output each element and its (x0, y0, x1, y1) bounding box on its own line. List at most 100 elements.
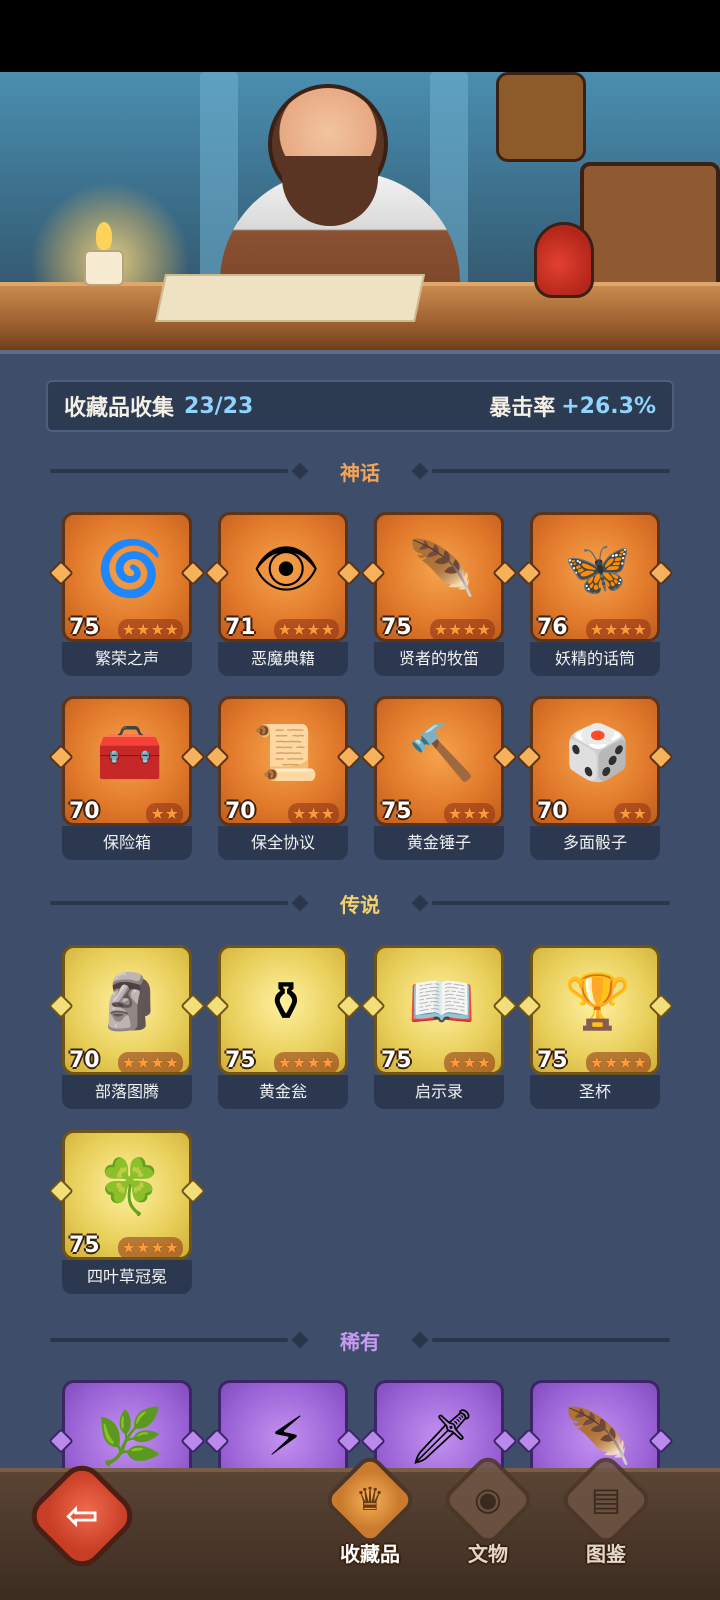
status-bar (0, 0, 720, 72)
item-card-mythic[interactable]: 🦋 76 ★ ★ ★ ★ 妖精的话筒 (516, 512, 674, 677)
tab-label: 图鉴 (586, 1542, 626, 1566)
item-card-mythic[interactable]: 🧰 70 ★ ★ 保险箱 (48, 696, 206, 861)
book-icon: ▤ (590, 1480, 622, 1518)
tab-codex[interactable]: ▤ 图鉴 (556, 1451, 656, 1572)
item-level: 70 (225, 799, 256, 824)
collection-label: 收藏品收集 (64, 396, 175, 421)
star-rating: ★ ★ ★ ★ (117, 1052, 183, 1072)
swirl-orb-icon: 🌀 (96, 537, 164, 600)
card-frame: ⚱ 75 ★ ★ ★ ★ (218, 945, 348, 1075)
flame-icon (96, 222, 112, 250)
item-name: 繁荣之声 (62, 642, 192, 676)
star-rating: ★ ★ ★ (287, 803, 339, 823)
item-card-mythic[interactable]: 🔨 75 ★ ★ ★ 黄金锤子 (360, 696, 518, 861)
treasure-chest-icon: 🧰 (96, 721, 164, 784)
star-rating: ★ ★ ★ (443, 1052, 495, 1072)
item-card-mythic[interactable]: 🌀 75 ★ ★ ★ ★ 繁荣之声 (48, 512, 206, 677)
item-level: 70 (69, 799, 100, 824)
item-card-mythic[interactable]: 📜 70 ★ ★ ★ 保全协议 (204, 696, 362, 861)
item-name: 保全协议 (218, 826, 348, 860)
dice-icon: 🎲 (564, 721, 632, 784)
open-book-icon: 📖 (408, 970, 476, 1033)
totem-decoration (496, 72, 586, 162)
tab-label: 文物 (468, 1542, 508, 1566)
star-rating: ★ ★ ★ ★ (117, 1237, 183, 1257)
star-rating: ★ ★ (614, 803, 651, 823)
item-name: 圣杯 (530, 1075, 660, 1109)
card-frame: 🎲 70 ★ ★ (530, 696, 660, 826)
item-name: 恶魔典籍 (218, 642, 348, 676)
item-card-legend[interactable]: 🍀 75 ★ ★ ★ ★ 四叶草冠冕 (48, 1130, 206, 1295)
item-name: 妖精的话筒 (530, 642, 660, 676)
card-frame: 👁 71 ★ ★ ★ ★ (218, 512, 348, 642)
lightning-card-icon: ⚡ (267, 1405, 305, 1468)
card-frame: 🏆 75 ★ ★ ★ ★ (530, 945, 660, 1075)
flute-icon: 🪶 (408, 537, 476, 600)
item-level: 75 (537, 1048, 568, 1073)
tab-label: 收藏品 (340, 1542, 400, 1566)
crit-rate-label: 暴击率 (489, 396, 556, 421)
back-arrow-icon[interactable]: ⇦ (40, 1474, 124, 1558)
item-card-legend[interactable]: 📖 75 ★ ★ ★ 启示录 (360, 945, 518, 1110)
star-rating: ★ ★ ★ ★ (429, 619, 495, 639)
eye-icon: ◉ (474, 1480, 502, 1518)
chalice-icon: 🏆 (564, 970, 632, 1033)
item-name: 四叶草冠冕 (62, 1260, 192, 1294)
item-level: 75 (381, 799, 412, 824)
item-level: 75 (381, 615, 412, 640)
scroll-icon: 📜 (252, 721, 320, 784)
item-name: 黄金锤子 (374, 826, 504, 860)
card-frame: 📖 75 ★ ★ ★ (374, 945, 504, 1075)
clover-crown-icon: 🍀 (96, 1155, 164, 1218)
fairy-mic-icon: 🦋 (564, 537, 632, 600)
star-rating: ★ ★ ★ ★ (585, 1052, 651, 1072)
collection-count: 23/23 (184, 393, 254, 419)
lyre-icon: ♛ (355, 1480, 385, 1518)
item-name: 部落图腾 (62, 1075, 192, 1109)
item-level: 75 (69, 615, 100, 640)
star-rating: ★ ★ ★ (443, 803, 495, 823)
item-name: 黄金瓮 (218, 1075, 348, 1109)
card-frame: 🧰 70 ★ ★ (62, 696, 192, 826)
card-frame: 🪶 75 ★ ★ ★ ★ (374, 512, 504, 642)
item-level: 71 (225, 615, 256, 640)
item-card-mythic[interactable]: 🎲 70 ★ ★ 多面骰子 (516, 696, 674, 861)
vine-icon: 🌿 (96, 1405, 164, 1468)
tab-collectibles[interactable]: ♛ 收藏品 (320, 1451, 420, 1572)
section-mythic-header: 神话 (50, 456, 670, 486)
item-card-legend[interactable]: ⚱ 75 ★ ★ ★ ★ 黄金瓮 (204, 945, 362, 1110)
item-card-mythic[interactable]: 🪶 75 ★ ★ ★ ★ 贤者的牧笛 (360, 512, 518, 677)
tab-artifacts[interactable]: ◉ 文物 (438, 1451, 538, 1572)
star-rating: ★ ★ (146, 803, 183, 823)
urn-icon: ⚱ (263, 970, 309, 1033)
item-level: 70 (69, 1048, 100, 1073)
item-level: 76 (537, 615, 568, 640)
card-frame: 📜 70 ★ ★ ★ (218, 696, 348, 826)
section-legend-header: 传说 (50, 888, 670, 918)
card-frame: 🦋 76 ★ ★ ★ ★ (530, 512, 660, 642)
card-frame: 🌀 75 ★ ★ ★ ★ (62, 512, 192, 642)
potion-icon (534, 222, 594, 298)
totem-icon: 🗿 (96, 970, 164, 1033)
item-name: 保险箱 (62, 826, 192, 860)
card-frame: 🗿 70 ★ ★ ★ ★ (62, 945, 192, 1075)
section-title: 神话 (340, 460, 380, 485)
item-name: 贤者的牧笛 (374, 642, 504, 676)
item-card-mythic[interactable]: 👁 71 ★ ★ ★ ★ 恶魔典籍 (204, 512, 362, 677)
section-title: 稀有 (340, 1329, 380, 1354)
star-rating: ★ ★ ★ ★ (117, 619, 183, 639)
section-rare-header: 稀有 (50, 1325, 670, 1355)
star-rating: ★ ★ ★ ★ (585, 619, 651, 639)
item-card-legend[interactable]: 🏆 75 ★ ★ ★ ★ 圣杯 (516, 945, 674, 1110)
crit-rate-value: +26.3% (561, 393, 656, 419)
item-level: 75 (225, 1048, 256, 1073)
item-name: 启示录 (374, 1075, 504, 1109)
item-level: 70 (537, 799, 568, 824)
star-rating: ★ ★ ★ ★ (273, 1052, 339, 1072)
star-rating: ★ ★ ★ ★ (273, 619, 339, 639)
eye-book-icon: 👁 (251, 537, 321, 600)
hammer-icon: 🔨 (408, 721, 476, 784)
collection-summary: 收藏品收集 23/23 暴击率 +26.3% (46, 380, 674, 432)
section-title: 传说 (340, 892, 380, 917)
item-card-legend[interactable]: 🗿 70 ★ ★ ★ ★ 部落图腾 (48, 945, 206, 1110)
